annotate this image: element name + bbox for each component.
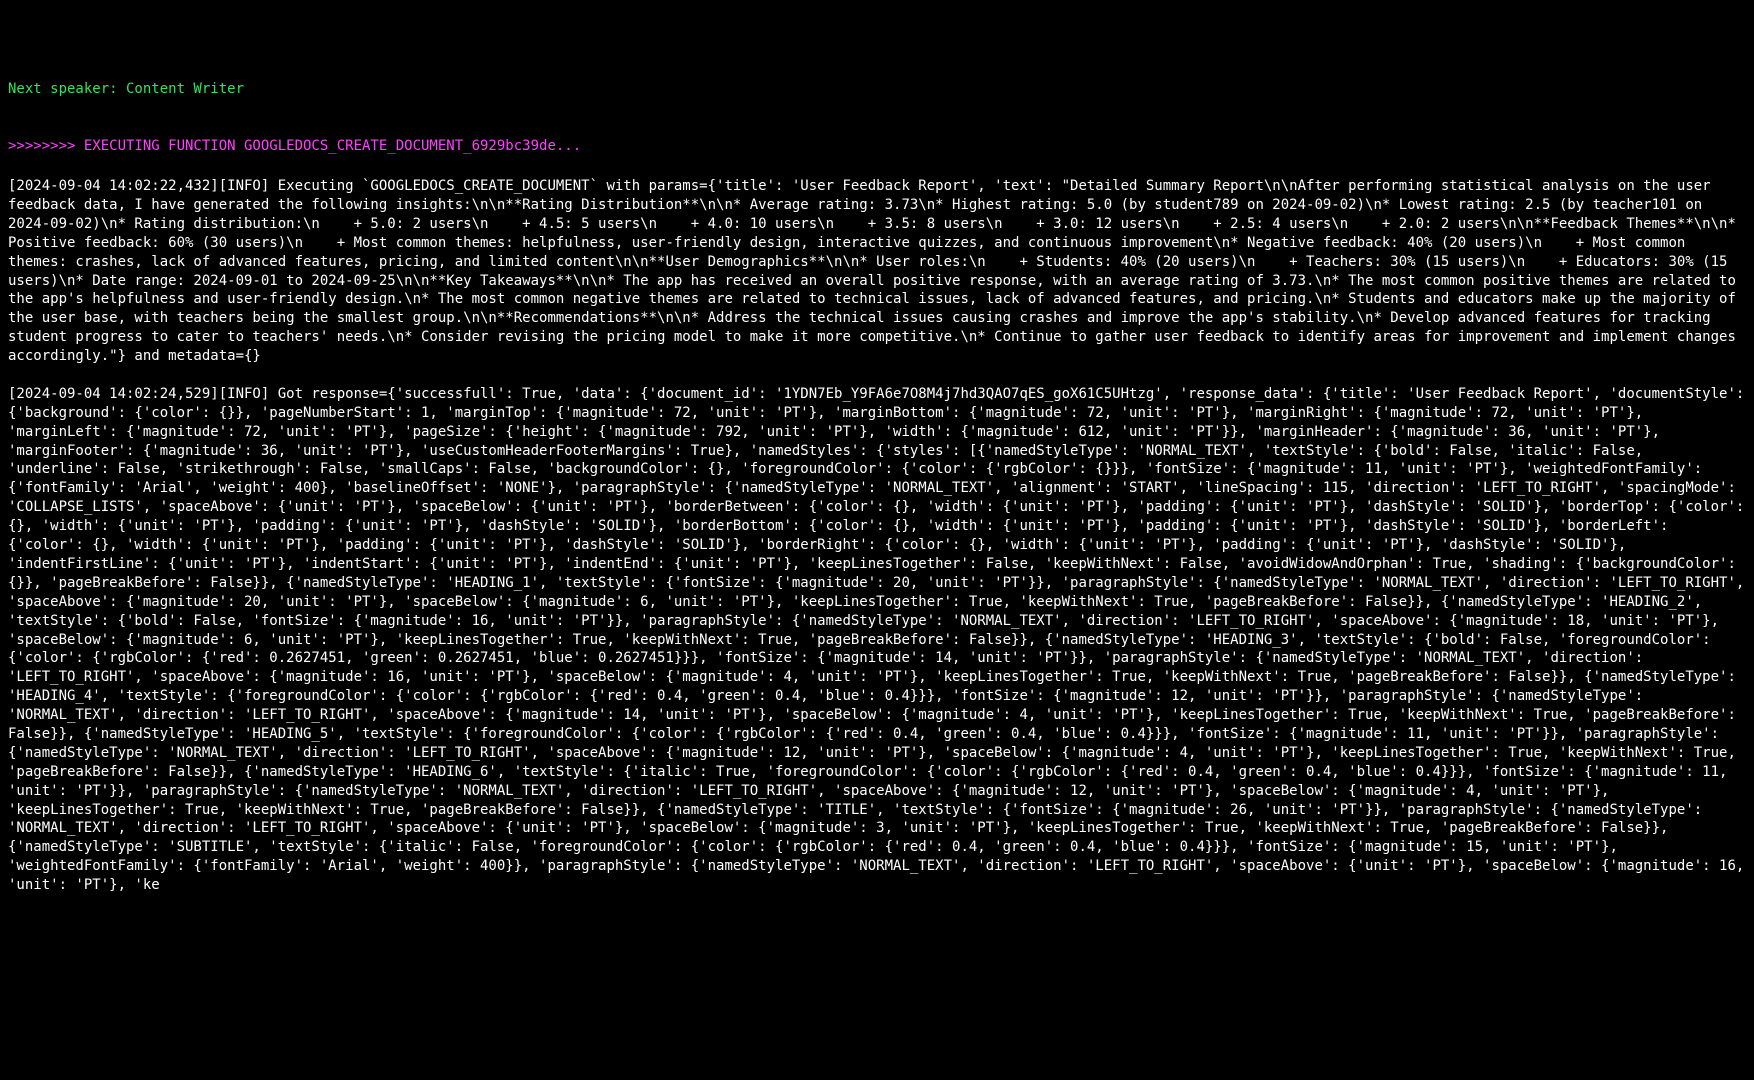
executing-function-line: >>>>>>>> EXECUTING FUNCTION GOOGLEDOCS_C… [8,137,1746,156]
log-line-params: [2024-09-04 14:02:22,432][INFO] Executin… [8,177,1746,366]
next-speaker-line: Next speaker: Content Writer [8,80,1746,99]
log-line-response: [2024-09-04 14:02:24,529][INFO] Got resp… [8,385,1746,895]
